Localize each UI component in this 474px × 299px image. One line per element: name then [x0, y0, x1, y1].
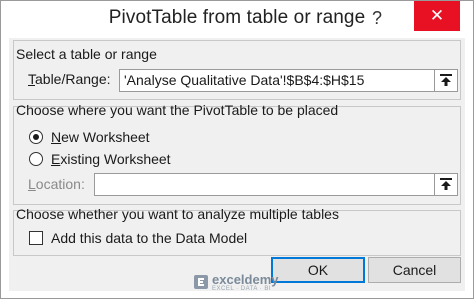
location-collapse-button[interactable] — [434, 173, 458, 196]
pivottable-dialog: PivotTable from table or range ? ✕ Selec… — [0, 0, 474, 299]
location-input[interactable] — [94, 173, 435, 196]
cancel-button[interactable]: Cancel — [368, 257, 461, 283]
source-heading: Select a table or range — [16, 46, 157, 62]
help-button[interactable]: ? — [364, 5, 390, 31]
watermark-brand: exceldemy — [212, 272, 279, 287]
watermark-tagline: EXCEL · DATA · BI — [212, 286, 272, 292]
table-range-input[interactable]: 'Analyse Qualitative Data'!$B$4:$H$15 — [119, 69, 435, 92]
dialog-title: PivotTable from table or range — [108, 7, 366, 28]
table-range-label-text: able/Range: — [35, 71, 111, 87]
location-label-text: ocation: — [35, 176, 85, 192]
location-accesskey: L — [28, 176, 36, 192]
multiple-tables-heading: Choose whether you want to analyze multi… — [16, 206, 339, 222]
existing-worksheet-radio[interactable] — [29, 152, 43, 166]
table-range-accesskey: T — [28, 71, 35, 87]
data-model-label[interactable]: Add this data to the Data Model — [51, 230, 247, 246]
data-model-checkbox[interactable] — [29, 231, 43, 245]
title-bar: PivotTable from table or range ? ✕ — [1, 1, 473, 37]
existing-worksheet-label[interactable]: Existing Worksheet — [51, 151, 171, 167]
existing-worksheet-accesskey: E — [51, 151, 61, 167]
collapse-dialog-icon — [440, 178, 452, 190]
collapse-dialog-icon — [440, 74, 452, 86]
new-worksheet-label[interactable]: New Worksheet — [51, 129, 150, 145]
table-range-collapse-button[interactable] — [434, 69, 458, 92]
table-range-label: Table/Range: — [28, 71, 111, 87]
existing-worksheet-label-text: xisting Worksheet — [60, 151, 171, 167]
dialog-body: Select a table or range Table/Range: 'An… — [9, 38, 465, 291]
location-label: Location: — [28, 176, 85, 192]
placement-heading: Choose where you want the PivotTable to … — [16, 102, 339, 118]
exceldemy-logo-icon — [194, 275, 208, 289]
new-worksheet-radio[interactable] — [29, 130, 43, 144]
close-button[interactable]: ✕ — [414, 1, 460, 31]
new-worksheet-accesskey: N — [51, 129, 62, 145]
new-worksheet-label-text: ew Worksheet — [61, 129, 150, 145]
close-icon: ✕ — [429, 6, 445, 25]
ok-button[interactable]: OK — [271, 257, 365, 283]
